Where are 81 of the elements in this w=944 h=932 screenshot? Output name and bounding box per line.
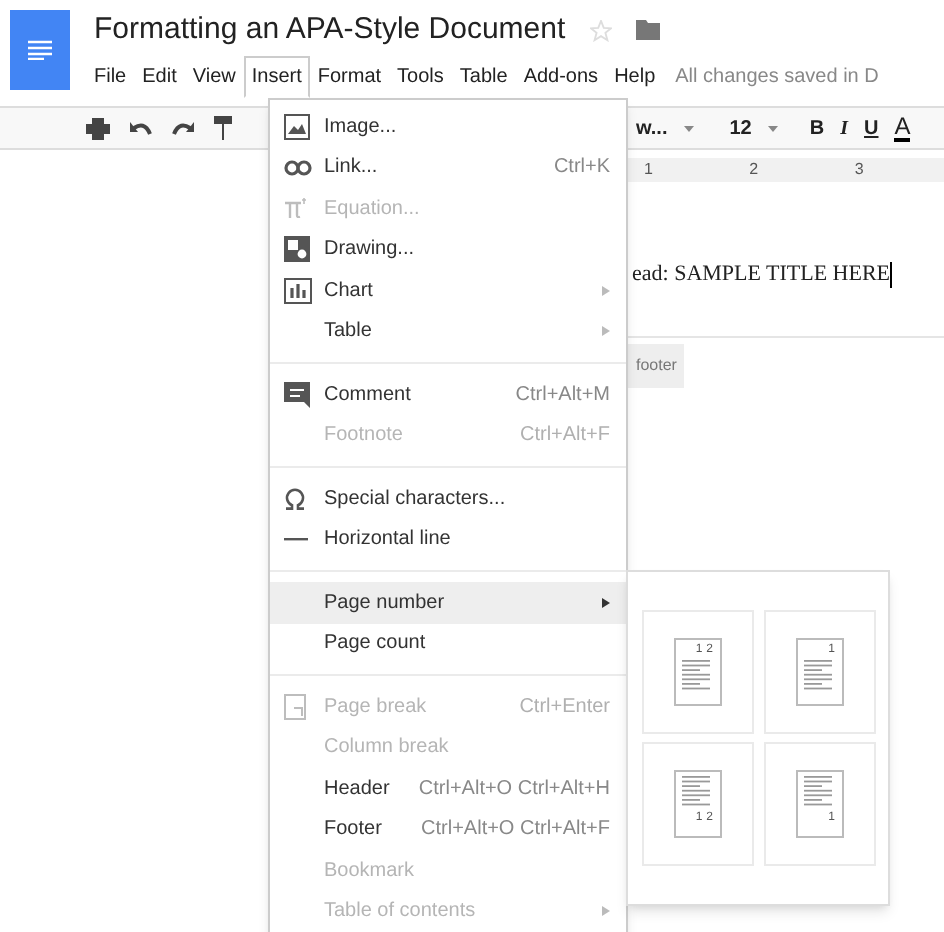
menu-item[interactable]: Comment Ctrl+Alt+M [270,374,626,415]
menu-bar-item[interactable]: Edit [134,56,185,98]
menu-bar-item[interactable]: Format [309,56,390,98]
font-size-dropdown[interactable]: 12 [729,113,752,143]
menu-item[interactable]: Page count [270,623,626,664]
folder-icon[interactable] [635,20,660,40]
page-lines-icon [681,660,709,692]
menu-bar-item[interactable]: Insert [243,56,310,98]
menu-item-label: Special characters... [324,485,506,514]
undo-icon[interactable] [130,120,152,136]
page-break-icon [284,693,306,720]
menu-item[interactable]: Drawing... [270,229,626,270]
drawing-icon [284,236,310,263]
menu-item[interactable]: Footer Ctrl+Alt+O Ctrl+Alt+F [270,809,626,850]
shortcut-text: Ctrl+Alt+F [519,422,610,451]
shortcut-text: Ctrl+Alt+M [515,381,610,410]
text-color-button[interactable]: A [894,114,911,142]
menu-item-label: Comment [324,381,411,410]
menu-item-label: Page break [324,693,427,722]
lines-icon [28,40,52,60]
shortcut-text: Ctrl+Alt+O Ctrl+Alt+F [421,816,610,845]
menu-item-label: Drawing... [324,236,415,265]
menu-item[interactable]: Table [270,311,626,352]
shortcut-text: Ctrl+K [553,154,610,183]
menu-item-label: Link... [324,154,378,183]
menu-bar-item[interactable]: Add-ons [515,56,607,98]
page-lines-icon [681,776,709,808]
docs-logo[interactable] [10,10,70,90]
ruler-number: 2 [747,158,761,182]
menu-item[interactable]: Image... [270,106,626,147]
image-icon [284,113,310,140]
star-icon[interactable] [589,19,612,41]
ruler-number: 3 [852,158,866,182]
menu-item-label: Image... [324,113,397,142]
menu-item-label: Header [324,775,390,804]
italic-button[interactable]: I [840,113,849,143]
caret-icon [767,125,778,131]
bold-button[interactable]: B [809,113,825,143]
menu-item-label: Column break [324,734,449,763]
omega-icon [284,487,306,510]
text-cursor [890,261,893,288]
chart-icon [284,277,312,304]
menu-item-label: Equation... [324,195,420,224]
menu-item-label: Horizontal line [324,526,451,555]
menu-bar-item[interactable]: File [86,56,135,98]
menu-item[interactable]: Chart [270,270,626,311]
menu-item[interactable]: Page number [270,582,626,623]
underline-button[interactable]: U [864,113,879,143]
menu-item-label: Table of contents [324,898,476,927]
menu-bar-item[interactable]: Table [451,56,516,98]
menu-item-label: Chart [324,277,373,306]
link-icon [284,159,312,176]
menu-item[interactable]: Header Ctrl+Alt+O Ctrl+Alt+H [270,768,626,809]
menu-item-label: Footer [324,816,382,845]
menu-item[interactable]: Horizontal line [270,519,626,560]
menu-item[interactable]: Special characters... [270,478,626,519]
paint-format-icon[interactable] [214,116,232,140]
menu-item-label: Footnote [324,422,403,451]
document-title[interactable]: Formatting an APA-Style Document [94,10,566,50]
horizontal-line-icon [284,537,308,542]
page-lines-icon [803,660,831,692]
menu-bar-item[interactable]: Tools [389,56,452,98]
footer-tab[interactable]: footer [628,343,685,387]
menu-bar-item[interactable]: View [184,56,244,98]
comment-icon [284,381,310,408]
document-text: ead: SAMPLE TITLE HERE [632,260,891,290]
menu-item-label: Bookmark [324,857,415,886]
menu-bar-item[interactable]: Help [606,56,664,98]
redo-icon[interactable] [172,120,194,136]
font-name-dropdown[interactable]: w... [636,113,668,143]
page-lines-icon [803,776,831,808]
save-status[interactable]: All changes saved in D [675,62,879,92]
menu-item-label: Table [324,318,372,347]
shortcut-text: Ctrl+Enter [519,693,610,722]
shortcut-text: Ctrl+Alt+O Ctrl+Alt+H [418,775,610,804]
ruler-number: 1 [642,158,655,182]
menu-item[interactable]: Link... Ctrl+K [270,147,626,188]
pi-icon [284,198,308,219]
menu-item-label: Page count [324,630,426,659]
caret-icon [683,125,694,131]
menu-item-label: Page number [324,589,445,618]
